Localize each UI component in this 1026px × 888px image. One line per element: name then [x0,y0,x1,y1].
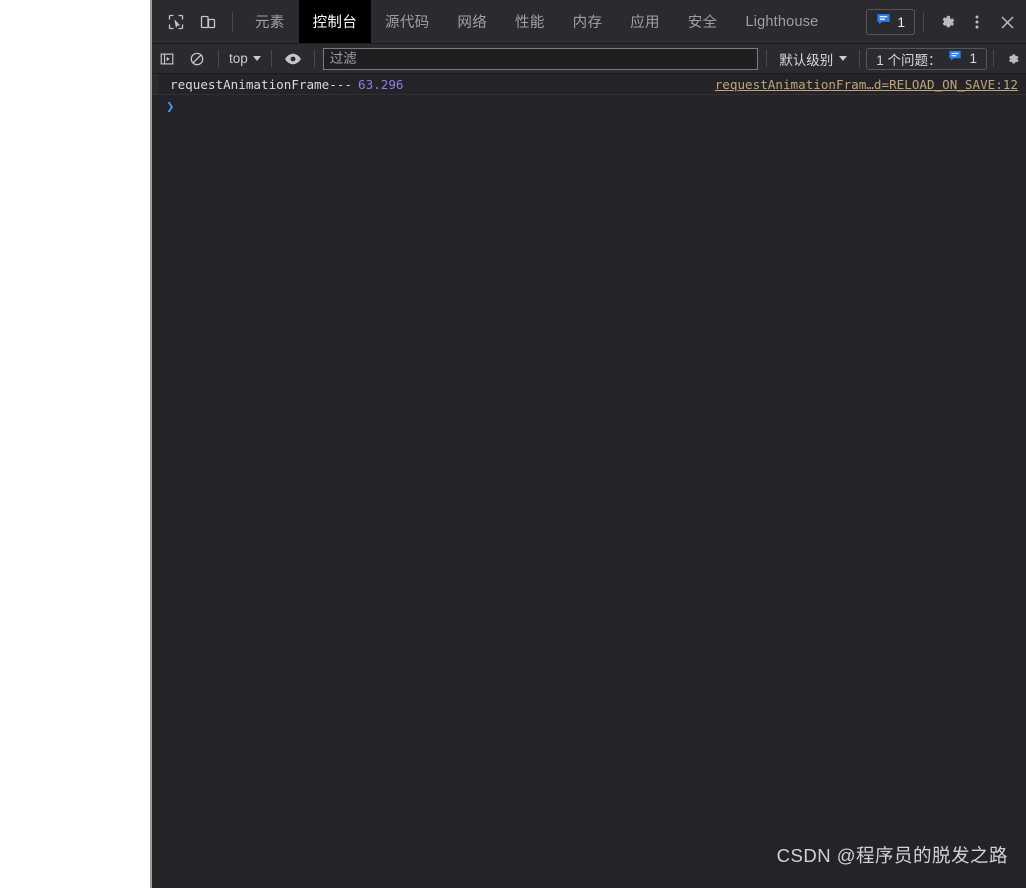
console-log-entry[interactable]: requestAnimationFrame--- 63.296 requestA… [152,74,1026,95]
live-expression-eye-icon[interactable] [278,44,308,74]
tab-label: 安全 [688,11,718,32]
devtools-panel: 元素 控制台 源代码 网络 性能 内存 应用 安全 [152,0,1026,888]
tab-label: 应用 [630,11,660,32]
issues-summary-label: 1 个问题： [876,49,941,69]
toolbar-divider-4 [766,50,767,67]
tab-lighthouse[interactable]: Lighthouse [731,0,832,43]
tabstrip-divider-2 [923,12,924,32]
gear-icon[interactable] [1000,44,1026,74]
execution-context-value: top [229,51,248,66]
log-message-value: 63.296 [358,77,404,92]
tab-network[interactable]: 网络 [443,0,501,43]
tab-console[interactable]: 控制台 [299,0,371,43]
screenshot-root: 元素 控制台 源代码 网络 性能 内存 应用 安全 [0,0,1026,888]
device-toolbar-icon[interactable] [192,0,224,43]
message-bubble-icon [876,12,891,32]
console-prompt-row[interactable]: ❯ [152,95,1026,119]
tab-label: 元素 [255,11,285,32]
issues-count: 1 [897,14,905,30]
tab-label: Lighthouse [745,14,818,30]
tab-label: 性能 [515,11,545,32]
issues-badge-button[interactable]: 1 [866,9,915,35]
log-level-selector[interactable]: 默认级别 [773,49,853,69]
toolbar-divider-5 [859,50,860,67]
gear-icon[interactable] [932,0,962,44]
clear-console-icon[interactable] [182,44,212,74]
tabstrip-spacer [832,0,866,43]
browser-page-viewport[interactable] [0,0,152,888]
tab-security[interactable]: 安全 [674,0,732,43]
tab-memory[interactable]: 内存 [559,0,617,43]
prompt-chevron-icon: ❯ [166,99,174,115]
tab-application[interactable]: 应用 [616,0,674,43]
tabstrip-divider [232,12,233,32]
log-level-value: 默认级别 [779,49,833,69]
execution-context-selector[interactable]: top [225,51,265,66]
tab-sources[interactable]: 源代码 [371,0,443,43]
kebab-menu-icon[interactable] [962,0,992,44]
show-console-sidebar-icon[interactable] [152,44,182,74]
inspect-element-icon[interactable] [160,0,192,43]
tab-performance[interactable]: 性能 [501,0,559,43]
message-bubble-icon [948,49,962,68]
close-icon[interactable] [992,0,1026,44]
issues-summary-button[interactable]: 1 个问题： 1 [866,48,987,70]
tab-label: 源代码 [385,11,429,32]
console-filter-toolbar: top 默认级别 1 个问题： [152,44,1026,74]
toolbar-divider-3 [314,50,315,67]
chevron-down-icon [253,56,261,61]
toolbar-divider-2 [271,50,272,67]
tab-label: 内存 [573,11,603,32]
log-message-text: requestAnimationFrame--- [170,77,352,92]
toolbar-divider-1 [218,50,219,67]
chevron-down-icon [839,56,847,61]
tab-label: 网络 [457,11,487,32]
devtools-tabstrip: 元素 控制台 源代码 网络 性能 内存 应用 安全 [152,0,1026,44]
log-source-link[interactable]: requestAnimationFram…d=RELOAD_ON_SAVE:12 [715,77,1018,92]
console-message-list[interactable]: requestAnimationFrame--- 63.296 requestA… [152,74,1026,888]
tab-label: 控制台 [313,11,357,32]
issues-summary-count: 1 [969,51,977,66]
tab-elements[interactable]: 元素 [241,0,299,43]
filter-input[interactable] [323,48,758,70]
toolbar-divider-6 [993,50,994,67]
